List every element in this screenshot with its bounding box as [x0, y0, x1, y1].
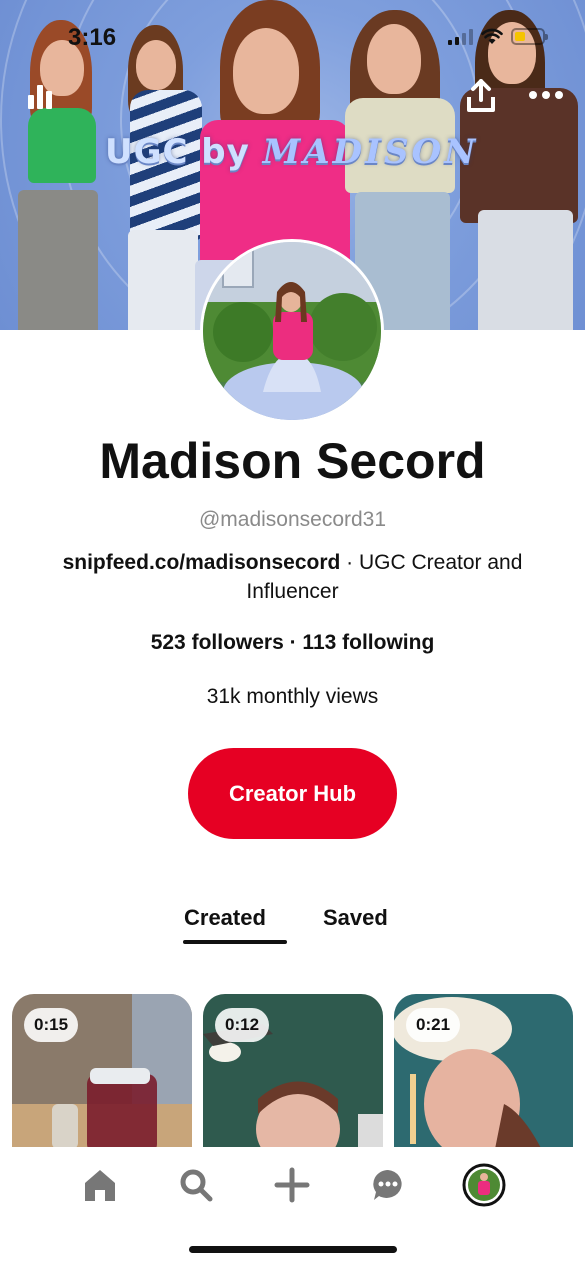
status-time: 3:16	[68, 24, 117, 51]
profile-bio: snipfeed.co/madisonsecord · UGC Creator …	[40, 548, 545, 606]
pin-video[interactable]: 0:15	[12, 994, 192, 1154]
nav-profile[interactable]	[459, 1163, 509, 1207]
wifi-icon	[481, 28, 503, 44]
messages-icon	[373, 1170, 402, 1200]
share-icon	[467, 79, 495, 112]
video-duration-badge: 0:12	[215, 1008, 270, 1042]
bar-chart-icon	[28, 85, 52, 109]
profile-name: Madison Secord	[99, 433, 486, 489]
monthly-views: 31k monthly views	[206, 685, 379, 708]
cover-title-prefix: UGC by	[105, 132, 250, 172]
cover-title: UGC by MADISON	[105, 132, 478, 172]
avatar-photo	[203, 242, 381, 420]
cover-person	[0, 20, 115, 330]
more-options-button[interactable]	[526, 82, 566, 108]
nav-create[interactable]	[267, 1163, 317, 1207]
profile-handle: @madisonsecord31	[198, 508, 387, 531]
video-duration-badge: 0:15	[24, 1008, 79, 1042]
profile-avatar[interactable]	[200, 239, 384, 423]
plus-icon	[274, 1167, 310, 1203]
battery-icon	[511, 28, 548, 45]
share-button[interactable]	[463, 78, 499, 114]
video-duration-badge: 0:21	[406, 1008, 461, 1042]
tab-created[interactable]: Created	[184, 905, 266, 931]
profile-avatar	[462, 1163, 506, 1207]
tab-saved[interactable]: Saved	[323, 905, 388, 931]
nav-home[interactable]	[75, 1163, 125, 1207]
pin-video[interactable]: 0:21	[394, 994, 573, 1154]
more-dots-icon	[529, 91, 563, 99]
search-icon	[180, 1169, 213, 1202]
analytics-button[interactable]	[22, 80, 58, 112]
active-tab-indicator	[183, 940, 287, 944]
home-icon	[85, 1170, 115, 1201]
home-indicator[interactable]	[189, 1246, 397, 1253]
creator-hub-button[interactable]: Creator Hub	[188, 748, 397, 839]
status-icons	[448, 28, 548, 45]
pin-video[interactable]: 0:12	[203, 994, 383, 1154]
nav-search[interactable]	[171, 1163, 221, 1207]
cellular-signal-icon	[448, 28, 473, 45]
followers-following[interactable]: 523 followers · 113 following	[0, 631, 585, 655]
cover-title-script: MADISON	[262, 132, 479, 172]
bottom-navigation	[0, 1147, 585, 1266]
nav-messages[interactable]	[363, 1163, 413, 1207]
bio-website-link[interactable]: snipfeed.co/madisonsecord	[63, 551, 341, 574]
